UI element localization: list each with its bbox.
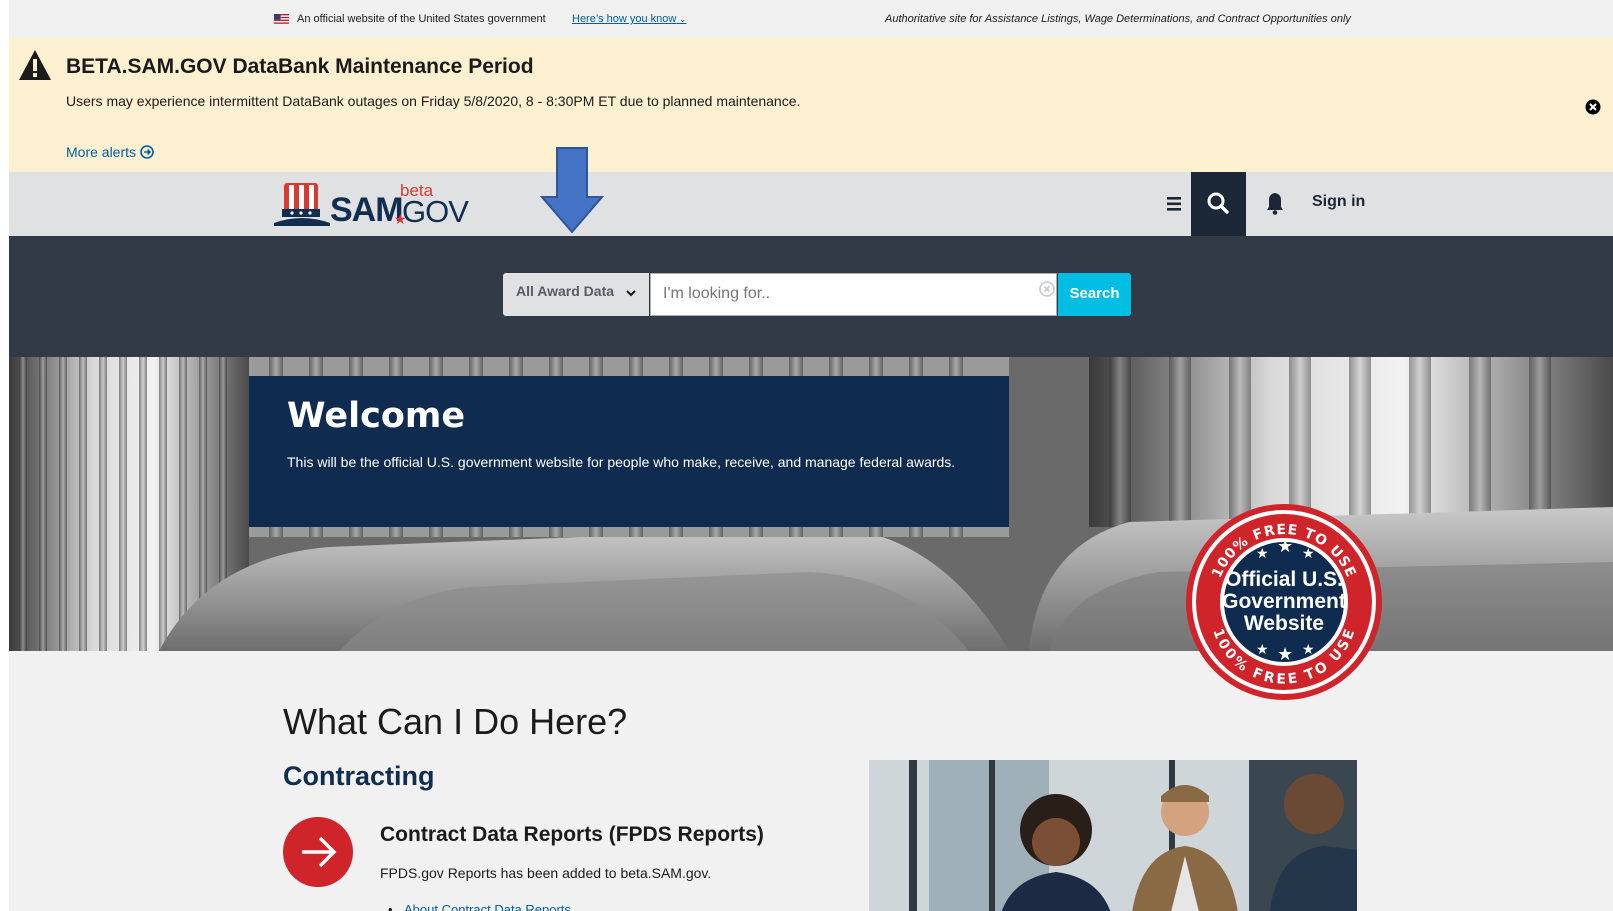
notifications-button[interactable]	[1250, 172, 1300, 236]
logo-gov-text: GOV	[402, 194, 469, 229]
how-you-know-link[interactable]: Here’s how you know ⌄	[572, 13, 686, 25]
seal-star-icon: ★	[1302, 545, 1315, 561]
search-band: All Award Data I'm looking for.. Search	[9, 236, 1613, 357]
seal-star-icon: ★	[1256, 641, 1269, 657]
welcome-title: Welcome	[287, 396, 466, 436]
gov-banner: An official website of the United States…	[9, 0, 1613, 38]
more-alerts-link[interactable]: More alerts	[66, 144, 154, 160]
more-alerts-label: More alerts	[66, 144, 137, 160]
search-input[interactable]: I'm looking for..	[650, 273, 1057, 316]
fpds-reports-button[interactable]	[283, 817, 353, 887]
arrow-right-icon	[302, 836, 337, 868]
official-site-text: An official website of the United States…	[297, 13, 546, 25]
alert-message: Users may experience intermittent DataBa…	[66, 93, 801, 109]
fpds-reports-title[interactable]: Contract Data Reports (FPDS Reports)	[380, 823, 764, 847]
bell-icon	[1267, 193, 1283, 215]
page: An official website of the United States…	[9, 0, 1613, 911]
seal-line-2: Government	[1222, 590, 1346, 613]
official-website-seal: 100% FREE TO USE 100% FREE TO USE ★ ★ ★ …	[1184, 502, 1384, 702]
search-icon	[1207, 192, 1229, 214]
sam-gov-logo[interactable]: SAM beta ★ GOV	[274, 181, 474, 229]
about-contract-data-reports-link[interactable]: About Contract Data Reports	[388, 902, 571, 911]
chevron-down-icon: ⌄	[676, 14, 687, 24]
welcome-box: Welcome This will be the official U.S. g…	[249, 376, 1009, 527]
flag-icon	[274, 14, 289, 24]
uncle-sam-hat-icon	[274, 183, 330, 226]
clear-icon[interactable]	[1039, 281, 1055, 297]
people-photo	[869, 760, 1357, 911]
search-button[interactable]: Search	[1058, 273, 1131, 316]
warning-icon	[19, 50, 51, 80]
seal-star-icon: ★	[1277, 536, 1293, 556]
maintenance-alert: BETA.SAM.GOV DataBank Maintenance Period…	[9, 38, 1613, 172]
what-can-i-do-heading: What Can I Do Here?	[283, 701, 628, 742]
logo-sam-text: SAM	[330, 191, 404, 229]
domain-select-value: All Award Data	[516, 283, 615, 299]
seal-line-3: Website	[1244, 612, 1324, 635]
seal-star-icon: ★	[1256, 545, 1269, 561]
alert-title: BETA.SAM.GOV DataBank Maintenance Period	[66, 55, 534, 78]
domain-select[interactable]: All Award Data	[503, 273, 649, 316]
annotation-arrow-down-icon	[540, 147, 604, 234]
people-photo-image	[869, 760, 1357, 911]
welcome-text: This will be the official U.S. governmen…	[287, 454, 956, 470]
fpds-reports-description: FPDS.gov Reports has been added to beta.…	[380, 865, 712, 881]
close-icon[interactable]	[1585, 99, 1601, 115]
header-search-button[interactable]	[1191, 172, 1246, 236]
arrow-circle-right-icon	[140, 145, 154, 159]
how-you-know-label: Here’s how you know	[572, 13, 677, 25]
seal-line-1: Official U.S.	[1225, 568, 1343, 591]
chevron-down-icon	[626, 290, 636, 297]
seal-star-icon: ★	[1302, 641, 1315, 657]
seal-image: 100% FREE TO USE 100% FREE TO USE ★ ★ ★ …	[1186, 504, 1382, 700]
seal-star-icon: ★	[1277, 644, 1293, 664]
contracting-heading: Contracting	[283, 761, 435, 791]
authoritative-notice: Authoritative site for Assistance Listin…	[885, 13, 1351, 25]
sign-in-link[interactable]: Sign in	[1312, 193, 1365, 211]
site-header: SAM beta ★ GOV Sign in	[9, 172, 1613, 236]
